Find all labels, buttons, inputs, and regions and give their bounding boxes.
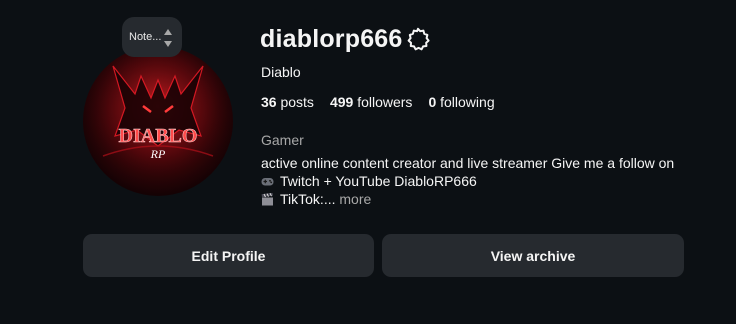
- following-stat[interactable]: 0 following: [428, 94, 494, 110]
- posts-stat[interactable]: 36 posts: [261, 94, 314, 110]
- following-label: following: [440, 94, 495, 110]
- profile-avatar[interactable]: DIABLO RP: [83, 46, 233, 196]
- bio-line-1: active online content creator and live s…: [261, 155, 675, 171]
- avatar-text-rp: RP: [150, 147, 166, 161]
- profile-page: DIABLO RP Note... diablorp666 Diablo 36 …: [0, 0, 736, 324]
- avatar-text-diablo: DIABLO: [119, 125, 198, 147]
- bio-line-2: Twitch + YouTube DiabloRP666: [261, 172, 711, 190]
- profile-category: Gamer: [261, 132, 304, 148]
- profile-stats: 36 posts 499 followers 0 following: [261, 94, 511, 110]
- followers-stat[interactable]: 499 followers: [330, 94, 413, 110]
- gear-icon[interactable]: [406, 27, 430, 51]
- full-name: Diablo: [261, 64, 301, 80]
- view-archive-button[interactable]: View archive: [382, 234, 684, 277]
- bio-line-2-text: Twitch + YouTube DiabloRP666: [280, 173, 477, 189]
- posts-label: posts: [280, 94, 314, 110]
- posts-count: 36: [261, 94, 277, 110]
- avatar-artwork: DIABLO RP: [83, 46, 233, 196]
- followers-label: followers: [357, 94, 413, 110]
- up-down-arrows-icon[interactable]: [163, 27, 173, 49]
- edit-profile-button[interactable]: Edit Profile: [83, 234, 374, 277]
- bio-line-3-text: TikTok:...: [280, 191, 336, 207]
- profile-bio: active online content creator and live s…: [261, 154, 711, 208]
- followers-count: 499: [329, 94, 354, 110]
- note-text: Note...: [129, 31, 162, 43]
- username: diablorp666: [260, 25, 403, 53]
- bio-more-link[interactable]: more: [339, 191, 371, 207]
- note-bubble[interactable]: Note...: [122, 17, 182, 57]
- following-count: 0: [428, 94, 437, 110]
- game-controller-emoji-icon: [261, 178, 274, 186]
- clapper-board-emoji-icon: [261, 193, 273, 206]
- bio-line-3: TikTok:... more: [261, 190, 711, 208]
